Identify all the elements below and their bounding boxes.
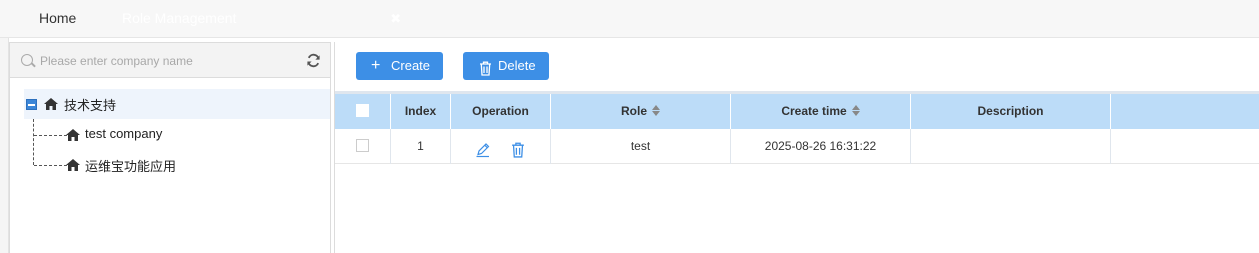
- tree-connector: [34, 135, 67, 136]
- left-gutter: [0, 38, 9, 253]
- tab-role-management-label: Role Management: [122, 10, 237, 26]
- tab-home-label: Home: [39, 10, 77, 26]
- edit-icon[interactable]: [475, 137, 491, 158]
- column-header-extra: [1111, 94, 1259, 129]
- row-extra: [1111, 129, 1259, 164]
- delete-button[interactable]: Delete: [463, 52, 549, 80]
- header-select-all[interactable]: [335, 94, 391, 129]
- trash-icon: [479, 58, 492, 86]
- row-operation: [451, 129, 551, 164]
- tree-node-child[interactable]: 运维宝功能应用: [66, 155, 266, 177]
- column-header-role[interactable]: Role: [551, 94, 731, 129]
- home-icon: [66, 159, 80, 171]
- column-header-create-time[interactable]: Create time: [731, 94, 911, 129]
- role-table: Index Operation Role Create time Descrip…: [335, 91, 1259, 164]
- column-header-description: Description: [911, 94, 1111, 129]
- tab-home[interactable]: Home: [15, 5, 106, 31]
- tree-connector: [34, 165, 67, 166]
- company-search-input[interactable]: [40, 51, 300, 71]
- tree-node-root[interactable]: 技术支持: [24, 89, 330, 119]
- table-row[interactable]: 1 test 2025-08-26 16:31:22: [335, 129, 1259, 164]
- table-header: Index Operation Role Create time Descrip…: [335, 94, 1259, 129]
- column-header-role-label: Role: [620, 104, 647, 118]
- tree-node-label: test company: [85, 126, 163, 141]
- create-button-label: Create: [391, 58, 431, 73]
- plus-icon: +: [371, 57, 381, 74]
- row-role: test: [551, 129, 731, 164]
- row-checkbox[interactable]: [356, 138, 369, 152]
- select-all-checkbox[interactable]: [356, 103, 369, 117]
- home-icon: [44, 98, 58, 110]
- row-description: [911, 129, 1111, 164]
- column-header-create-time-label: Create time: [781, 104, 847, 118]
- sort-icon[interactable]: [652, 104, 660, 116]
- create-button[interactable]: + Create: [356, 52, 443, 80]
- column-header-operation: Operation: [451, 94, 551, 129]
- tab-role-management[interactable]: Role Management ✖: [104, 5, 401, 31]
- row-index: 1: [391, 129, 451, 164]
- delete-button-label: Delete: [498, 58, 536, 73]
- role-list-panel: + Create Delete Index Operation Role Cre…: [334, 42, 1259, 253]
- row-select-cell[interactable]: [335, 129, 391, 164]
- column-header-index: Index: [391, 94, 451, 129]
- refresh-icon[interactable]: [305, 51, 321, 69]
- tree-node-root-label: 技术支持: [64, 98, 117, 113]
- search-icon: [21, 54, 33, 66]
- tab-bar: Home Role Management ✖: [0, 0, 1259, 38]
- search-bar: [10, 43, 330, 78]
- home-icon: [66, 129, 80, 141]
- close-icon[interactable]: ✖: [390, 11, 401, 26]
- sort-icon[interactable]: [851, 104, 860, 116]
- tree-node-label: 运维宝功能应用: [85, 159, 177, 174]
- tree-node-child[interactable]: test company: [66, 125, 266, 147]
- trash-icon[interactable]: [510, 137, 526, 158]
- company-tree-panel: 技术支持 test company 运维宝功能应用: [9, 42, 331, 253]
- tree-connector: [33, 119, 34, 165]
- row-create-time: 2025-08-26 16:31:22: [731, 129, 911, 164]
- collapse-icon[interactable]: [26, 99, 37, 110]
